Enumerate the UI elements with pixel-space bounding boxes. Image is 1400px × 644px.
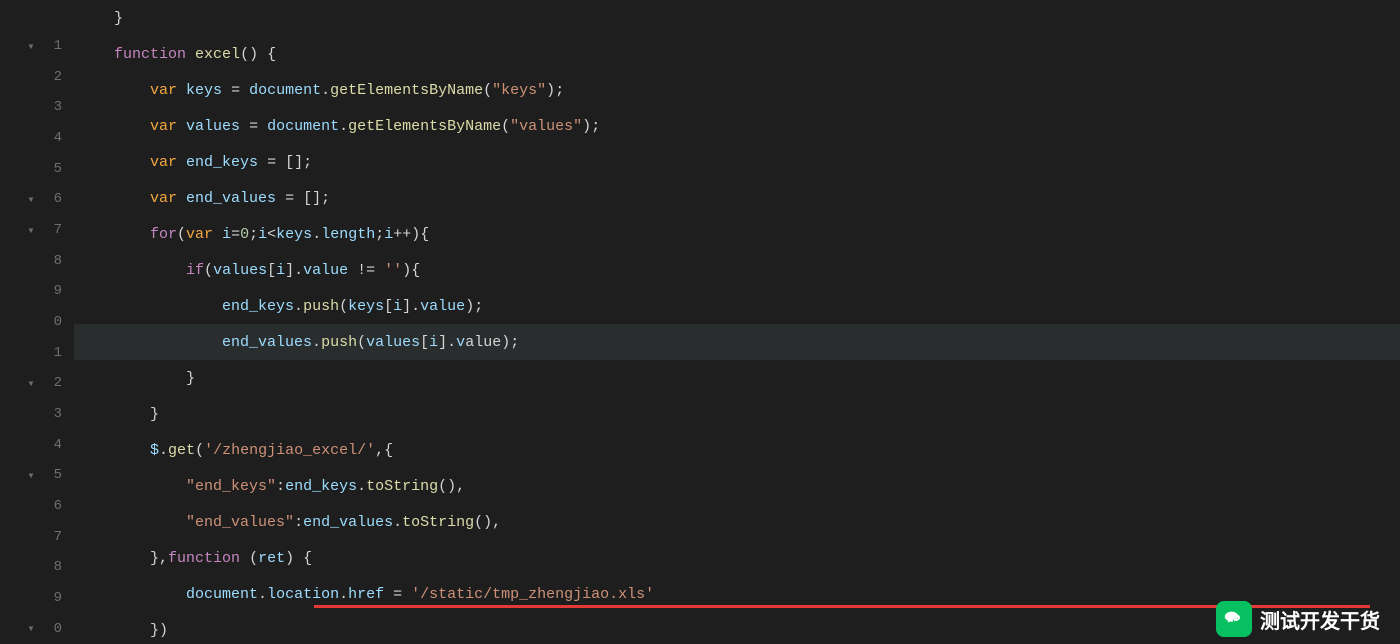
code-line: for(var i=0;i<keys.length;i++){	[74, 216, 1400, 252]
fold-icon[interactable]: ▾	[24, 376, 38, 390]
fold-icon[interactable]: ▾	[24, 468, 38, 482]
gutter-row: 1	[0, 337, 70, 368]
gutter-row: 6	[0, 491, 70, 522]
code-line: var end_keys = [];	[74, 144, 1400, 180]
line-number: 4	[42, 130, 62, 146]
code-line: }	[74, 0, 1400, 36]
gutter-row: 0	[0, 307, 70, 338]
code-line: function excel() {	[74, 36, 1400, 72]
line-number: 3	[42, 99, 62, 115]
line-number: 3	[42, 406, 62, 422]
code-line: var keys = document.getElementsByName("k…	[74, 72, 1400, 108]
line-number: 7	[42, 529, 62, 545]
line-number: 6	[42, 191, 62, 207]
code-line: if(values[i].value != ''){	[74, 252, 1400, 288]
gutter-row	[0, 0, 70, 31]
line-number: 4	[42, 437, 62, 453]
line-number: 8	[42, 559, 62, 575]
line-number: 7	[42, 222, 62, 238]
gutter-row: 4	[0, 429, 70, 460]
code-line: }	[74, 396, 1400, 432]
gutter-row: 7	[0, 521, 70, 552]
gutter-row: 4	[0, 123, 70, 154]
code-editor: ▾ 1 2 3 4 5 ▾ 6 ▾ 7 8 9 0	[0, 0, 1400, 644]
code-line: },function (ret) {	[74, 540, 1400, 576]
gutter-row: 2	[0, 61, 70, 92]
line-number: 2	[42, 375, 62, 391]
code-line: "end_values":end_values.toString(),	[74, 504, 1400, 540]
gutter-row: ▾ 6	[0, 184, 70, 215]
fold-icon[interactable]: ▾	[24, 223, 38, 237]
line-number: 0	[42, 314, 62, 330]
gutter-row: 3	[0, 92, 70, 123]
gutter-row: ▾ 1	[0, 31, 70, 62]
line-number: 8	[42, 253, 62, 269]
gutter-row: ▾ 2	[0, 368, 70, 399]
gutter-row: 5	[0, 153, 70, 184]
line-number: 2	[42, 69, 62, 85]
line-number: 5	[42, 467, 62, 483]
code-line: var end_values = [];	[74, 180, 1400, 216]
watermark-text: 测试开发干货	[1260, 605, 1380, 634]
code-line: var values = document.getElementsByName(…	[74, 108, 1400, 144]
gutter-row: 3	[0, 399, 70, 430]
gutter-row: 9	[0, 583, 70, 614]
gutter-row: ▾ 5	[0, 460, 70, 491]
line-number: 9	[42, 283, 62, 299]
gutter-row: 9	[0, 276, 70, 307]
line-number: 6	[42, 498, 62, 514]
gutter-row: ▾ 0	[0, 613, 70, 644]
line-number: 1	[42, 345, 62, 361]
fold-icon[interactable]: ▾	[24, 192, 38, 206]
wechat-icon	[1216, 601, 1252, 637]
line-number: 0	[42, 621, 62, 637]
code-line: end_keys.push(keys[i].value);	[74, 288, 1400, 324]
code-line: "end_keys":end_keys.toString(),	[74, 468, 1400, 504]
line-number: 1	[42, 38, 62, 54]
fold-icon[interactable]: ▾	[24, 622, 38, 636]
gutter-row: 8	[0, 245, 70, 276]
gutter-row: 8	[0, 552, 70, 583]
code-content: } function excel() { var keys = document…	[70, 0, 1400, 644]
watermark: 测试开发干货	[1120, 594, 1400, 644]
fold-icon[interactable]: ▾	[24, 39, 38, 53]
code-line: end_values.push(values[i].value);	[74, 324, 1400, 360]
code-line: }	[74, 360, 1400, 396]
line-number: 9	[42, 590, 62, 606]
code-line: $.get('/zhengjiao_excel/',{	[74, 432, 1400, 468]
gutter-row: ▾ 7	[0, 215, 70, 246]
line-numbers-gutter: ▾ 1 2 3 4 5 ▾ 6 ▾ 7 8 9 0	[0, 0, 70, 644]
line-number: 5	[42, 161, 62, 177]
